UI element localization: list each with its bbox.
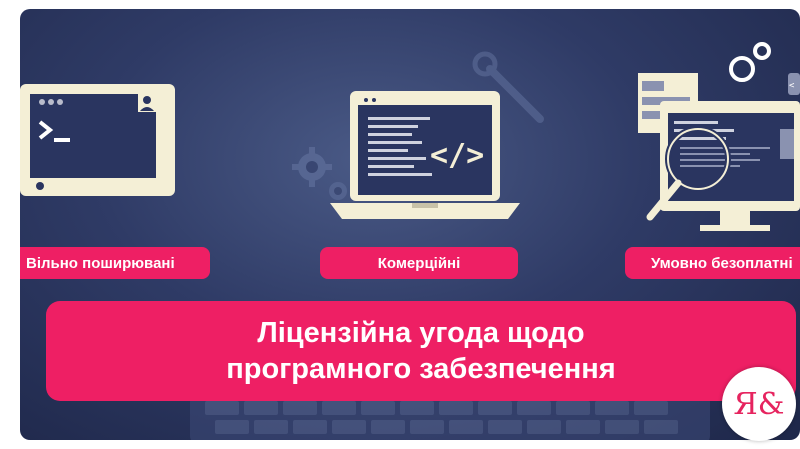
code-laptop-icon: </> bbox=[330, 91, 520, 219]
category-label-free: Вільно поширювані bbox=[20, 247, 210, 279]
hero-image: </> < Вільно поширювані Комерційні Умовн… bbox=[20, 9, 800, 440]
svg-text:<: < bbox=[789, 81, 795, 91]
terminal-monitor-icon bbox=[20, 84, 175, 196]
brand-logo: Я& bbox=[722, 367, 796, 441]
category-label-commercial: Комерційні bbox=[320, 247, 518, 279]
gear-icon bbox=[292, 147, 332, 187]
category-label-shareware: Умовно безоплатні bbox=[625, 247, 800, 279]
title-line-2: програмного забезпечення bbox=[226, 353, 616, 385]
title-line-1: Ліцензійна угода щодо bbox=[257, 317, 585, 349]
title-banner: Ліцензійна угода щодо програмного забезп… bbox=[46, 301, 796, 401]
svg-text:</>: </> bbox=[430, 138, 484, 173]
code-desktop-magnifier-icon: < bbox=[638, 73, 800, 231]
